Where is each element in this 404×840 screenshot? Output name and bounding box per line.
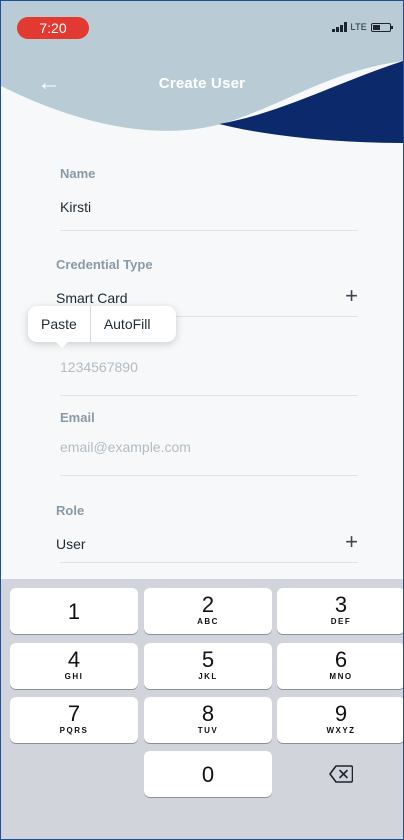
key-1-digit: 1 [67,599,81,624]
divider [60,230,358,231]
key-2-digit: 2 [201,592,215,617]
email-field[interactable]: Email email@example.com [60,410,362,455]
credential-type-value[interactable]: Smart Card [56,290,128,306]
key-8-digit: 8 [201,701,215,726]
numeric-keypad: 1 2 ABC 3 DEF 4 GHI 5 JKL 6 MNO 7 PQRS 8… [1,579,403,839]
page-title: Create User [158,75,246,92]
key-8-letters: TUV [197,726,219,735]
battery-icon [371,22,393,32]
network-label: LTE [350,22,367,32]
email-label: Email [60,410,95,425]
key-4-letters: GHI [64,672,84,681]
key-3[interactable]: 3 DEF [277,588,403,634]
credential-type-label: Credential Type [56,257,153,272]
header: 7:20 LTE ← Create User [1,1,403,151]
key-9-letters: WXYZ [326,726,356,735]
key-6-letters: MNO [329,672,353,681]
key-9[interactable]: 9 WXYZ [277,697,403,743]
key-7-letters: PQRS [59,726,89,735]
credential-number-input[interactable]: 1234567890 [60,359,362,375]
credential-number-field[interactable]: 1234567890 [60,359,362,375]
key-6-digit: 6 [334,647,348,672]
key-8[interactable]: 8 TUV [144,697,272,743]
key-7[interactable]: 7 PQRS [10,697,138,743]
divider [60,475,358,476]
name-label: Name [60,166,96,181]
key-5[interactable]: 5 JKL [144,643,272,689]
key-5-digit: 5 [201,647,215,672]
key-7-digit: 7 [67,701,81,726]
status-indicators: LTE [331,22,393,32]
add-role-icon[interactable]: + [345,531,358,553]
key-4[interactable]: 4 GHI [10,643,138,689]
autofill-option[interactable]: AutoFill [91,306,164,342]
backspace-key[interactable] [277,751,403,797]
key-0[interactable]: 0 [144,751,272,797]
edit-context-menu: Paste AutoFill [28,306,176,348]
role-field[interactable]: Role User + [56,503,358,553]
status-time: 7:20 [17,17,89,39]
add-credential-type-icon[interactable]: + [345,285,358,307]
credential-type-value-row: Smart Card + [56,285,358,307]
key-4-digit: 4 [67,647,81,672]
role-value[interactable]: User [56,536,86,552]
credential-type-field[interactable]: Credential Type Smart Card + [56,257,358,307]
key-9-digit: 9 [334,701,348,726]
key-2-letters: ABC [197,617,219,626]
role-label: Role [56,503,85,518]
name-field[interactable]: Name Kirsti [60,166,362,215]
role-value-row: User + [56,531,358,553]
key-0-digit: 0 [201,762,215,787]
name-value[interactable]: Kirsti [60,199,362,215]
backspace-icon [329,765,353,783]
email-input[interactable]: email@example.com [60,439,362,455]
key-6[interactable]: 6 MNO [277,643,403,689]
app-screen: 7:20 LTE ← Create User Name Kirsti Crede… [0,0,404,840]
key-5-letters: JKL [198,672,218,681]
key-3-letters: DEF [330,617,352,626]
key-3-digit: 3 [334,592,348,617]
divider [60,395,358,396]
divider [60,562,358,563]
key-1[interactable]: 1 [10,588,138,634]
key-2[interactable]: 2 ABC [144,588,272,634]
paste-option[interactable]: Paste [28,306,90,342]
signal-icon [331,22,347,32]
